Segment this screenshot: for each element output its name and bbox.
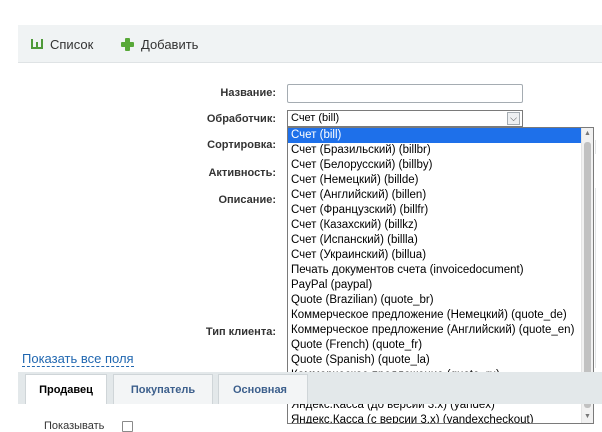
toolbar: Список Добавить <box>18 25 602 63</box>
dropdown-option[interactable]: Счет (Испанский) (billla) <box>288 233 582 248</box>
client-type-label: Тип клиента: <box>205 326 276 338</box>
dropdown-option[interactable]: Счет (Казахский) (billkz) <box>288 218 582 233</box>
scroll-down-icon[interactable]: ▼ <box>582 411 593 423</box>
handler-select[interactable]: Счет (bill) ⌵ <box>287 110 523 127</box>
dropdown-option[interactable]: Quote (Spanish) (quote_la) <box>288 353 582 368</box>
dropdown-option[interactable]: Печать документов счета (invoicedocument… <box>288 263 582 278</box>
show-label: Показывать <box>44 420 105 432</box>
divider <box>595 188 596 368</box>
handler-select-value: Счет (bill) <box>291 112 340 124</box>
add-button[interactable]: Добавить <box>121 35 198 53</box>
scrollbar-thumb[interactable] <box>584 142 591 408</box>
handler-label: Обработчик: <box>206 113 276 125</box>
list-button-label: Список <box>50 36 94 52</box>
show-checkbox[interactable] <box>122 421 133 432</box>
list-icon <box>31 39 43 49</box>
dropdown-option[interactable]: Счет (Украинский) (billua) <box>288 248 582 263</box>
sort-label: Сортировка: <box>207 139 276 151</box>
list-button[interactable]: Список <box>31 35 93 53</box>
dropdown-option[interactable]: Яндекс.Касса (с версии 3.x) (yandexcheck… <box>288 413 582 423</box>
name-label: Название: <box>220 87 276 99</box>
dropdown-option[interactable]: Счет (Французский) (billfr) <box>288 203 582 218</box>
dropdown-option[interactable]: Quote (Brazilian) (quote_br) <box>288 293 582 308</box>
add-button-label: Добавить <box>141 36 199 52</box>
dropdown-option[interactable]: Счет (Белорусский) (billby) <box>288 158 582 173</box>
dropdown-option[interactable]: Коммерческое предложение (Немецкий) (quo… <box>288 308 582 323</box>
plus-icon <box>121 37 134 51</box>
tab-main[interactable]: Основная <box>218 374 308 404</box>
tab-buyer[interactable]: Покупатель <box>113 374 213 404</box>
dropdown-option[interactable]: Счет (Английский) (billen) <box>288 188 582 203</box>
description-label: Описание: <box>218 194 276 206</box>
dropdown-option[interactable]: PayPal (paypal) <box>288 278 582 293</box>
dropdown-option[interactable]: Quote (French) (quote_fr) <box>288 338 582 353</box>
chevron-down-icon[interactable]: ⌵ <box>507 112 520 125</box>
scroll-up-icon[interactable]: ▲ <box>582 128 593 140</box>
dropdown-option[interactable]: Коммерческое предложение (Английский) (q… <box>288 323 582 338</box>
name-input[interactable] <box>287 84 523 103</box>
tab-seller[interactable]: Продавец <box>25 374 107 404</box>
show-all-fields-link[interactable]: Показать все поля <box>22 351 134 367</box>
divider <box>595 140 596 154</box>
dropdown-option[interactable]: Счет (bill) <box>288 128 582 143</box>
dropdown-option[interactable]: Счет (Немецкий) (billde) <box>288 173 582 188</box>
active-label: Активность: <box>208 167 276 179</box>
dropdown-option[interactable]: Счет (Бразильский) (billbr) <box>288 143 582 158</box>
